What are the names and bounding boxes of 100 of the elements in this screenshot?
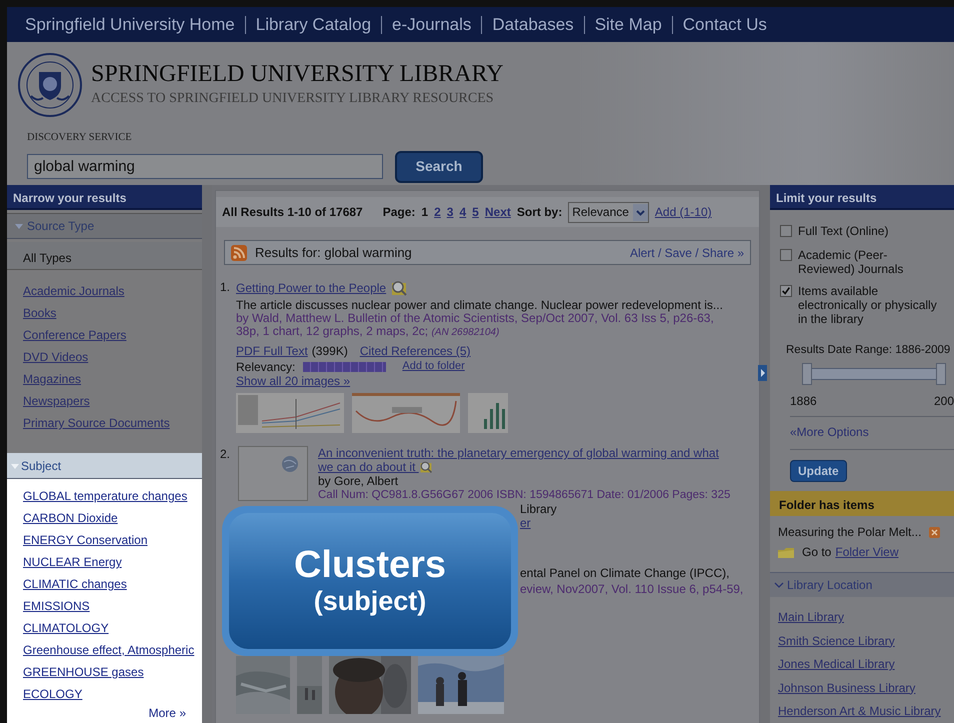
filter-link[interactable]: DVD Videos — [23, 346, 88, 368]
folder-item[interactable]: Measuring the Polar Melt... — [778, 525, 922, 539]
folder-header: Folder has items — [770, 491, 954, 516]
result-source: eview, Nov2007, Vol. 110 Issue 6, p54-59, — [520, 582, 744, 596]
subject-link[interactable]: CLIMATOLOGY — [23, 617, 109, 639]
location-link[interactable]: Henderson Art & Music Library — [778, 700, 941, 723]
relevancy-label: Relevancy: — [236, 358, 296, 376]
nav-link[interactable]: Contact Us — [672, 16, 777, 34]
page-label: Page: — [382, 204, 416, 221]
caret-icon[interactable] — [632, 204, 648, 220]
subject-link[interactable]: CLIMATIC changes — [23, 573, 127, 595]
subject-link[interactable]: GLOBAL temperature changes — [23, 485, 188, 507]
panel-header: Narrow your results — [7, 185, 202, 210]
location-link[interactable]: Smith Science Library — [778, 630, 895, 653]
preview-icon[interactable] — [418, 460, 433, 474]
result-abstract: The article discusses nuclear power and climate change. Nuclear power redevelopment is... by Wald, Matthew L. Bulletin of the Atomic Scientists, Sep/Oct 2007, Vol. 63 Iss 5, p26-63, 38p, 1 chart, 12 graphs, 2 maps, 2c; (AN 26982104) — [236, 299, 724, 339]
location-text: Library — [520, 502, 557, 516]
add-to-folder-link[interactable]: Add to folder — [402, 358, 465, 375]
subject-link[interactable]: GREENHOUSE gases — [23, 661, 144, 683]
slider-handle[interactable] — [936, 363, 946, 385]
sort-label: Sort by: — [516, 204, 562, 221]
go-to-label: Go to — [802, 545, 832, 559]
page-link[interactable]: 1 — [421, 203, 428, 221]
results-count: All Results 1-10 of 17687 — [222, 204, 363, 221]
subject-link[interactable]: NUCLEAR Energy — [23, 551, 122, 573]
close-icon[interactable] — [929, 526, 940, 538]
cited-link[interactable]: Cited References (5) — [360, 344, 471, 359]
filter-link[interactable]: Conference Papers — [23, 324, 126, 346]
more-options-link[interactable]: «More Options — [790, 425, 869, 439]
slider-handle[interactable] — [802, 363, 812, 385]
range-slider[interactable] — [802, 363, 946, 385]
location-link[interactable]: Johnson Business Library — [778, 676, 916, 700]
result-source: ental Panel on Climate Change (IPCC), — [520, 566, 730, 580]
callout-title: Clusters — [294, 545, 446, 588]
range-max: 200 — [934, 394, 954, 408]
nav-link[interactable]: e-Journals — [381, 16, 482, 34]
option-label: Items available electronically or physically in the library — [798, 284, 938, 326]
location-link[interactable]: Jones Medical Library — [778, 653, 895, 676]
show-images-link[interactable]: Show all 20 images » — [236, 374, 350, 388]
result-author: by Gore, Albert — [318, 474, 400, 488]
page-link[interactable]: 5 — [472, 203, 479, 221]
seal-logo — [17, 52, 83, 118]
site-title: SPRINGFIELD UNIVERSITY LIBRARY — [91, 61, 504, 88]
site-subtitle: ACCESS TO SPRINGFIELD UNIVERSITY LIBRARY RESOURCES — [91, 90, 495, 108]
sort-select[interactable]: Relevance — [568, 202, 649, 222]
panel-header: Limit your results — [770, 185, 954, 210]
folder-view-link[interactable]: Folder View — [835, 545, 898, 559]
section-label: Library Location — [787, 577, 872, 594]
search-button[interactable]: Search — [395, 150, 483, 183]
result-title[interactable]: Getting Power to the People — [236, 280, 386, 296]
checkbox[interactable] — [780, 249, 792, 261]
filter-link[interactable]: Newspapers — [23, 390, 90, 412]
pdf-link[interactable]: PDF Full Text — [236, 344, 308, 359]
checkbox[interactable] — [780, 225, 792, 237]
location-link[interactable]: Main Library — [778, 606, 844, 630]
search-field[interactable]: global warming — [27, 154, 383, 180]
more-link[interactable]: More » — [148, 705, 186, 721]
nav-link[interactable]: Springfield University Home — [15, 16, 245, 34]
share-link[interactable]: Alert / Save / Share » — [630, 244, 744, 262]
chevron-icon[interactable] — [774, 580, 784, 590]
collapse-icon[interactable] — [758, 365, 767, 381]
preview-icon[interactable] — [390, 279, 408, 297]
file-size: (399K) — [312, 344, 348, 359]
section-label: Source Type — [27, 218, 94, 235]
option-label: Full Text (Online) — [798, 224, 888, 238]
update-button[interactable]: Update — [790, 460, 847, 482]
subject-link[interactable]: Greenhouse effect, Atmospheric — [23, 639, 194, 661]
add-link[interactable]: Add (1-10) — [654, 203, 712, 221]
filter-link[interactable]: Magazines — [23, 368, 82, 390]
nav-link[interactable]: Library Catalog — [244, 16, 382, 34]
rss-icon[interactable] — [231, 244, 247, 260]
checkbox[interactable] — [780, 285, 792, 297]
result-details: Call Num: QC981.8.G56G67 2006 ISBN: 1594865671 Date: 01/2006 Pages: 325 — [318, 488, 730, 502]
filter-option[interactable]: All Types — [7, 242, 202, 270]
filter-link[interactable]: Books — [23, 302, 56, 324]
result-number: 1. — [220, 279, 232, 296]
results-heading: Results for: global warming — [255, 244, 412, 262]
next-link[interactable]: Next — [484, 203, 511, 221]
filter-link[interactable]: Primary Source Documents — [23, 412, 170, 434]
range-min: 1886 — [790, 394, 817, 408]
triangle-icon[interactable] — [15, 222, 23, 230]
page-link[interactable]: 2 — [434, 203, 441, 221]
subject-link[interactable]: ECOLOGY — [23, 683, 82, 705]
page-link[interactable]: 3 — [446, 203, 454, 221]
nav-link[interactable]: Databases — [481, 16, 584, 34]
result-title[interactable]: An inconvenient truth: the planetary emergency of global warming and what we can do about it — [318, 446, 728, 474]
subject-link[interactable]: EMISSIONS — [23, 595, 90, 617]
folder-link[interactable]: er — [520, 516, 531, 530]
nav-link[interactable]: Site Map — [584, 16, 672, 34]
date-range-label: Results Date Range: 1886-2009 — [786, 344, 950, 356]
service-label: DISCOVERY SERVICE — [27, 131, 133, 145]
callout-subtitle: (subject) — [314, 587, 426, 617]
option-label: Academic (Peer-Reviewed) Journals — [798, 248, 904, 276]
subject-link[interactable]: ENERGY Conservation — [23, 529, 148, 551]
folder-icon — [778, 546, 794, 558]
filter-link[interactable]: Academic Journals — [23, 280, 124, 302]
subject-link[interactable]: CARBON Dioxide — [23, 507, 118, 529]
triangle-icon[interactable] — [11, 462, 19, 470]
section-label: Subject — [21, 458, 62, 474]
page-link[interactable]: 4 — [459, 203, 466, 221]
